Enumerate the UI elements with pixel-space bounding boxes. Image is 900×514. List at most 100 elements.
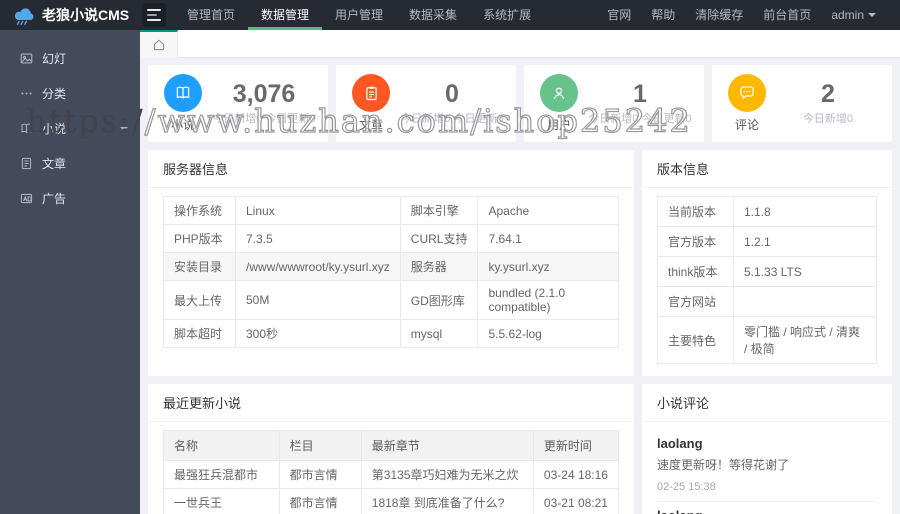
novel-category: 都市言情 [278,488,362,514]
table-row: 最强狂兵混都市 都市言情 第3135章巧妇难为无米之炊 03-24 18:16 [163,460,620,489]
sidebar-item-categories[interactable]: 分类 [0,79,140,108]
panel-title: 最近更新小说 [148,384,634,422]
column-header: 最新章节 [360,430,534,461]
table-row: 操作系统 Linux 脚本引擎 Apache [163,196,619,225]
app-logo[interactable]: 老狼小说CMS [0,0,140,30]
stat-card-users: 用户 1 今日新增0 今日更新0 [524,65,704,142]
info-value: 7.64.1 [477,224,619,253]
sidebar-item-slides[interactable]: 幻灯 [0,44,140,73]
user-icon-badge [540,74,578,112]
cloud-rain-icon [14,8,34,25]
comment-date: 02-25 15:38 [657,481,716,493]
page-tabbar [140,30,900,58]
version-info-panel: 版本信息 当前版本 1.1.8 官方版本 1.2.1 think版本 5.1.33 L… [642,150,892,376]
sidebar-item-ads[interactable]: 广告 [0,184,140,213]
table-row: PHP版本 7.3.5 CURL支持 7.64.1 [163,224,619,253]
table-row: 最大上传 50M GD图形库 bundled (2.1.0 compatible… [163,280,619,320]
user-icon [553,87,565,99]
info-label: 安装目录 [163,252,236,281]
stat-value: 2 [821,79,835,108]
stat-subtext: 今日新增0 今日更新0 [588,112,692,125]
comment-item: laolang 加油更新 01-28 22:32 [657,502,877,514]
info-label: 服务器 [399,252,479,281]
menu-item-data-management[interactable]: 数据管理 [248,0,323,30]
article-icon-badge [352,74,390,112]
info-value: 300秒 [235,319,401,348]
table-row: think版本 5.1.33 LTS [657,256,877,287]
info-label: think版本 [657,256,734,287]
info-label: 脚本引擎 [399,196,479,225]
info-label: 当前版本 [657,196,734,227]
app-title: 老狼小说CMS [42,7,130,23]
sidebar-item-novels[interactable]: 小说 [0,114,140,143]
stat-value: 3,076 [232,79,296,108]
info-label: 操作系统 [163,196,236,225]
table-row: 官方版本 1.2.1 [657,226,877,257]
menu-item-data-collection[interactable]: 数据采集 [396,0,470,30]
stat-card-comments: 评论 2 今日新增0 [712,65,892,142]
info-label: mysql [399,319,479,348]
info-label: CURL支持 [399,224,479,253]
recent-novels-table: 名称 栏目 最新章节 更新时间 最强狂兵混都市 都市言情 第3135章巧妇难为无… [163,430,620,514]
comment-icon-badge [728,74,766,112]
book-icon [21,123,32,134]
home-icon [153,39,164,51]
info-value: 5.1.33 LTS [733,256,877,287]
stat-label: 用户 [546,118,571,132]
main-content: 小说 3,076 今日新增0 今日更新0 文章 0 今日新增0 今日更新0 用户… [140,58,900,514]
sidebar: 幻灯 分类 小说 文章 广告 [0,30,140,514]
sidebar-item-label: 文章 [42,157,67,171]
frontend-home-link[interactable]: 前台首页 [753,0,821,30]
comment-item: laolang 速度更新呀！等得花谢了 02-25 15:38 [657,430,877,502]
chevron-down-icon [868,13,876,17]
info-value: 1.2.1 [733,226,877,257]
stat-label: 评论 [734,118,759,132]
info-value: /www/wwwroot/ky.ysurl.xyz [235,252,401,281]
official-site-link[interactable]: 官网 [597,0,641,30]
menu-item-user-management[interactable]: 用户管理 [322,0,396,30]
version-info-table: 当前版本 1.1.8 官方版本 1.2.1 think版本 5.1.33 LTS 官方… [657,196,877,364]
stat-label: 文章 [358,118,383,132]
navbar-right: 官网 帮助 清除缓存 前台首页 admin [597,0,900,30]
ad-icon [20,193,33,204]
info-value: 1.1.8 [733,196,877,227]
info-value: 零门槛 / 响应式 / 清爽 / 极简 [733,316,877,364]
slides-icon [20,53,33,64]
table-row: 当前版本 1.1.8 [657,196,877,227]
info-value: Linux [235,196,401,225]
table-header-row: 名称 栏目 最新章节 更新时间 [163,430,620,461]
table-row: 脚本超时 300秒 mysql 5.5.62-log [163,319,619,348]
info-value: 7.3.5 [235,224,401,253]
info-value [733,286,877,317]
novel-latest-chapter: 第3135章巧妇难为无米之炊 [360,460,534,489]
recent-novels-panel: 最近更新小说 名称 栏目 最新章节 更新时间 最强狂兵混都市 都市言情 第313… [148,384,634,514]
comment-author: laolang [657,436,703,451]
info-label: 脚本超时 [163,319,236,348]
info-value: 5.5.62-log [477,319,619,348]
novel-latest-chapter: 1818章 到底准备了什么? [360,488,534,514]
document-icon [21,157,32,170]
server-info-table: 操作系统 Linux 脚本引擎 Apache PHP版本 7.3.5 CURL支… [163,196,619,348]
clear-cache-link[interactable]: 清除缓存 [685,0,753,30]
column-header: 更新时间 [532,430,620,461]
info-value: Apache [477,196,619,225]
tab-home[interactable] [140,30,178,58]
main-menu: 管理首页 数据管理 用户管理 数据采集 系统扩展 [174,0,544,30]
help-link[interactable]: 帮助 [641,0,685,30]
novel-comments-panel: 小说评论 laolang 速度更新呀！等得花谢了 02-25 15:38 lao… [642,384,892,514]
stat-cards: 小说 3,076 今日新增0 今日更新0 文章 0 今日新增0 今日更新0 用户… [148,65,892,142]
sidebar-toggle-button[interactable] [142,3,166,27]
info-label: GD图形库 [399,280,479,320]
novel-category: 都市言情 [278,460,362,489]
book-icon [176,86,190,99]
user-dropdown[interactable]: admin [821,0,886,30]
menu-item-system-extension[interactable]: 系统扩展 [470,0,544,30]
stat-subtext: 今日新增0 今日更新0 [212,112,316,125]
menu-item-admin-home[interactable]: 管理首页 [174,0,248,30]
stat-card-articles: 文章 0 今日新增0 今日更新0 [336,65,516,142]
sidebar-item-articles[interactable]: 文章 [0,149,140,178]
chevron-down-icon [120,126,128,131]
novel-update-time: 03-21 08:21 [532,488,620,514]
sidebar-item-label: 小说 [42,122,67,136]
stat-value: 1 [633,79,647,108]
